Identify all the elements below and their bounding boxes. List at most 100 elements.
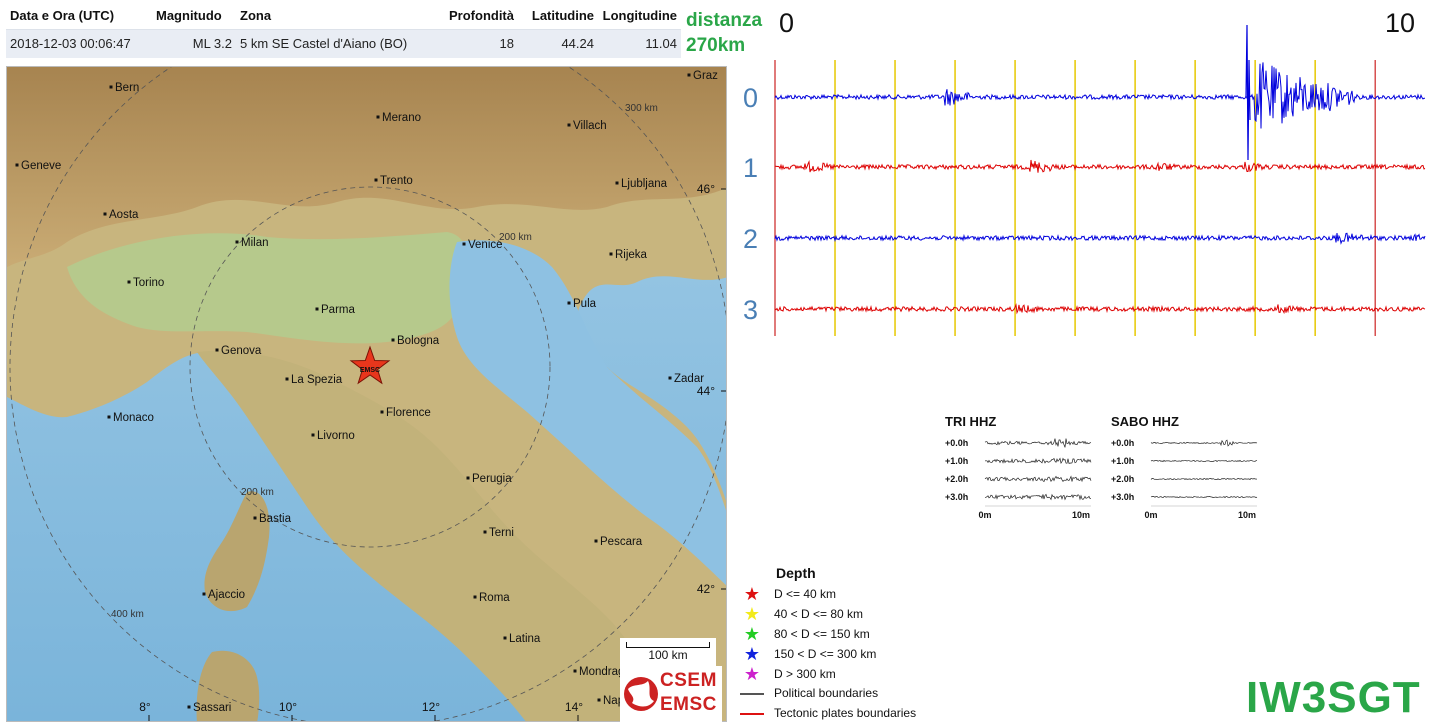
mini-row-label: +1.0h (945, 456, 968, 466)
seismo-trace-label: 2 (743, 224, 758, 254)
city-label: Mondrag (579, 666, 624, 678)
range-label: 300 km (625, 103, 658, 114)
legend-item-political: Political boundaries (740, 686, 878, 706)
city-trento: Trento (374, 175, 413, 187)
city-marker-icon (376, 115, 380, 119)
city-marker-icon (573, 669, 577, 673)
city-geneve: Geneve (15, 160, 61, 172)
logo-csem-text: CSEM (660, 670, 717, 691)
city-marker-icon (567, 301, 571, 305)
depth-legend: Depth ★ D <= 40 km ★ 40 < D <= 80 km ★ 80 <… (740, 565, 1040, 725)
logo-globe-icon (624, 677, 658, 711)
event-table: Data e Ora (UTC) Magnitudo Zona Profondi… (6, 2, 681, 58)
city-torino: Torino (127, 277, 164, 289)
seismo-trace-2: 2 (743, 224, 1426, 254)
mini-row-label: +3.0h (1111, 492, 1134, 502)
legend-line-tectonic-icon (740, 712, 764, 715)
seismo-trace-1: 1 (743, 153, 1426, 183)
seismo-trace-3: 3 (743, 295, 1426, 325)
lon-tick-label: 12° (422, 700, 440, 714)
epicenter-label: EMSC (360, 367, 380, 374)
city-label: Florence (386, 407, 431, 419)
lat-tick-label: 42° (697, 582, 715, 596)
city-label: Bastia (259, 513, 292, 525)
city-marker-icon (127, 280, 131, 284)
range-label: 400 km (111, 609, 144, 620)
seismo-peak (1245, 24, 1251, 161)
seismo-waveform (774, 62, 1425, 129)
city-marker-icon (315, 307, 319, 311)
lon-tick-label: 10° (279, 700, 297, 714)
city-label: Villach (573, 120, 607, 132)
seismogram-canvas: 0 10 0 1 2 3 (743, 8, 1426, 336)
city-marker-icon (668, 376, 672, 380)
city-marker-icon (380, 410, 384, 414)
seismo-trace-label: 3 (743, 295, 758, 325)
city-label: Venice (468, 239, 503, 251)
city-label: Graz (693, 70, 718, 82)
seismo-trace-label: 1 (743, 153, 758, 183)
legend-item-depth-40: ★ D <= 40 km (740, 585, 836, 605)
mini-row-label: +3.0h (945, 492, 968, 502)
city-marker-icon (235, 240, 239, 244)
city-ajaccio: Ajaccio (202, 589, 245, 601)
seismo-waveform (774, 159, 1426, 173)
mini-canvas-tri: +0.0h +1.0h +2.0h +3.0h 0m 10m (945, 438, 1092, 520)
city-marker-icon (687, 73, 691, 77)
city-label: Pula (573, 298, 597, 310)
city-marker-icon (615, 181, 619, 185)
city-label: Ljubljana (621, 178, 668, 190)
city-marker-icon (466, 476, 470, 480)
legend-item-depth-150: ★ 80 < D <= 150 km (740, 625, 870, 645)
city-marker-icon (391, 338, 395, 342)
city-marker-icon (594, 539, 598, 543)
mini-waveform (1150, 496, 1258, 499)
seismo-axis-end: 10 (1385, 8, 1415, 38)
city-marker-icon (15, 163, 19, 167)
city-la-spezia: La Spezia (285, 374, 343, 386)
mini-waveform (984, 493, 1092, 501)
mini-axis-end: 10m (1072, 510, 1090, 520)
city-monaco: Monaco (107, 412, 154, 424)
city-graz: Graz (687, 70, 718, 82)
city-label: Pescara (600, 536, 643, 548)
legend-star-yellow-icon: ★ (743, 604, 761, 624)
mini-row-label: +1.0h (1111, 456, 1134, 466)
seismo-axis-start: 0 (779, 8, 794, 38)
scale-bar-label: 100 km (648, 648, 688, 662)
city-label: Milan (241, 237, 268, 249)
mini-waveform (984, 457, 1092, 465)
city-terni: Terni (483, 527, 514, 539)
event-datetime: 2018-12-03 00:06:47 (6, 28, 152, 58)
city-label: Latina (509, 633, 541, 645)
seismo-waveform (774, 232, 1426, 245)
header-magnitude: Magnitudo (152, 2, 236, 29)
city-marker-icon (107, 415, 111, 419)
legend-item-depth-80: ★ 40 < D <= 80 km (740, 605, 863, 625)
city-marker-icon (609, 252, 613, 256)
city-rijeka: Rijeka (609, 249, 648, 261)
city-marker-icon (285, 377, 289, 381)
city-label: Rijeka (615, 249, 648, 261)
event-row[interactable]: 2018-12-03 00:06:47 ML 3.2 5 km SE Caste… (6, 28, 681, 58)
city-bastia: Bastia (253, 513, 292, 525)
epicenter-map[interactable]: 46° 44° 42° 8° 10° 12° 14° Bern Graz Merano Villa… (6, 66, 727, 722)
city-marker-icon (483, 530, 487, 534)
legend-star-red-icon: ★ (743, 584, 761, 604)
seismo-trace-label: 0 (743, 83, 758, 113)
legend-title: Depth (776, 565, 816, 581)
range-label: 200 km (241, 487, 274, 498)
city-marker-icon (567, 123, 571, 127)
city-mondrag: Mondrag (573, 666, 624, 678)
legend-star-blue-icon: ★ (743, 644, 761, 664)
city-venice: Venice (462, 239, 503, 251)
scale-bar: 100 km (620, 638, 716, 666)
city-label: Aosta (109, 209, 139, 221)
city-label: Genova (221, 345, 262, 357)
city-label: La Spezia (291, 374, 343, 386)
mini-row-label: +0.0h (945, 438, 968, 448)
legend-item-tectonic: Tectonic plates boundaries (740, 706, 916, 726)
legend-line-political-icon (740, 692, 764, 695)
header-depth: Profondità (432, 2, 518, 29)
mini-axis-start: 0m (978, 510, 991, 520)
